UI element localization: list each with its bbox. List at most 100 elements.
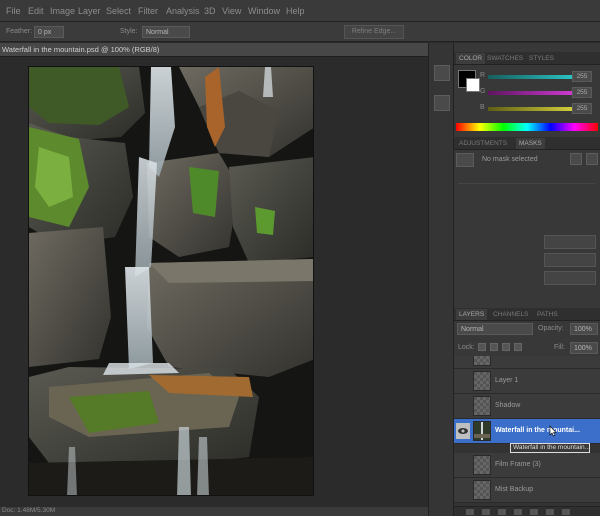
- waterfall-image: [29, 67, 313, 495]
- layer-thumbnail: [473, 455, 491, 475]
- tab-color[interactable]: COLOR: [456, 53, 486, 64]
- blue-channel-label: B: [480, 104, 485, 111]
- layer-thumbnail: [473, 396, 491, 416]
- layer-name: Layer 1: [495, 377, 519, 384]
- adjustment-layer-icon[interactable]: [514, 509, 522, 515]
- menu-help[interactable]: Help: [286, 6, 305, 16]
- navigator-icon[interactable]: [434, 95, 450, 111]
- layer-style-icon[interactable]: [482, 509, 490, 515]
- mask-status-text: No mask selected: [482, 156, 538, 163]
- lock-image-icon[interactable]: [490, 343, 498, 351]
- layer-name-tooltip: Waterfall in the mountain...: [510, 443, 590, 453]
- layer-row[interactable]: Shadow: [454, 394, 600, 419]
- invert-button[interactable]: [544, 271, 596, 285]
- menu-window[interactable]: Window: [248, 6, 280, 16]
- background-color-swatch[interactable]: [466, 78, 480, 92]
- refine-edge-button[interactable]: Refine Edge...: [344, 25, 404, 39]
- waterfall-photo[interactable]: [28, 66, 314, 496]
- new-layer-icon[interactable]: [546, 509, 554, 515]
- lock-position-icon[interactable]: [502, 343, 510, 351]
- green-channel-value[interactable]: 255: [572, 87, 592, 98]
- visibility-toggle-icon[interactable]: [456, 482, 470, 498]
- tab-styles[interactable]: STYLES: [526, 53, 557, 64]
- menu-analysis[interactable]: Analysis: [166, 6, 200, 16]
- status-bar: Doc: 1.48M/5.30M: [0, 507, 428, 516]
- layer-name: Film Frame (3): [495, 461, 541, 468]
- visibility-toggle-icon[interactable]: [456, 457, 470, 473]
- menu-bar: File Edit Image Layer Select Filter Anal…: [0, 0, 600, 22]
- mask-edge-button[interactable]: [544, 235, 596, 249]
- red-channel-label: R: [480, 72, 486, 79]
- link-layers-icon[interactable]: [466, 509, 474, 515]
- tab-masks[interactable]: MASKS: [516, 138, 545, 149]
- pixel-mask-icon[interactable]: [570, 153, 582, 165]
- menu-layer[interactable]: Layer: [78, 6, 101, 16]
- green-channel-slider[interactable]: [488, 91, 576, 95]
- layer-row[interactable]: Mist Backup: [454, 478, 600, 503]
- layer-row[interactable]: Film Frame (3): [454, 453, 600, 478]
- tab-channels[interactable]: CHANNELS: [490, 309, 531, 320]
- add-mask-icon[interactable]: [498, 509, 506, 515]
- fill-label: Fill:: [554, 344, 565, 351]
- options-bar: Feather: 0 px Style: Normal Refine Edge.…: [0, 22, 600, 42]
- menu-edit[interactable]: Edit: [28, 6, 44, 16]
- menu-filter[interactable]: Filter: [138, 6, 158, 16]
- layer-name: Mist Backup: [495, 486, 534, 493]
- lock-label: Lock:: [458, 344, 475, 351]
- mask-thumbnail: [456, 153, 474, 167]
- menu-file[interactable]: File: [6, 6, 21, 16]
- tab-layers[interactable]: LAYERS: [456, 309, 488, 320]
- green-channel-label: G: [480, 88, 486, 95]
- layer-thumbnail: [473, 480, 491, 500]
- tab-swatches[interactable]: SWATCHES: [484, 53, 526, 64]
- layer-row-partial[interactable]: [454, 356, 600, 369]
- document-size-readout: Doc: 1.48M/5.30M: [2, 507, 56, 514]
- layer-name: Shadow: [495, 402, 521, 409]
- visibility-toggle-icon[interactable]: [456, 398, 470, 414]
- right-panels: COLOR SWATCHES STYLES R 255 G 255 B 255 …: [454, 43, 600, 516]
- lock-all-icon[interactable]: [514, 343, 522, 351]
- feather-input[interactable]: 0 px: [34, 26, 64, 38]
- visibility-toggle-icon[interactable]: [456, 373, 470, 389]
- tab-adjustments[interactable]: ADJUSTMENTS: [456, 138, 510, 149]
- document-tab-title: Waterfall in the mountain.psd @ 100% (RG…: [2, 45, 160, 54]
- red-channel-slider[interactable]: [488, 75, 576, 79]
- mouse-cursor-icon: [548, 425, 558, 437]
- color-spectrum-bar[interactable]: [456, 123, 598, 131]
- menu-view[interactable]: View: [222, 6, 241, 16]
- new-group-icon[interactable]: [530, 509, 538, 515]
- style-select[interactable]: Normal: [142, 26, 190, 38]
- blue-channel-value[interactable]: 255: [572, 103, 592, 114]
- fill-input[interactable]: 100%: [570, 342, 598, 354]
- eye-icon[interactable]: [456, 423, 470, 439]
- divider: [458, 183, 596, 184]
- histogram-icon[interactable]: [434, 65, 450, 81]
- delete-layer-icon[interactable]: [562, 509, 570, 515]
- menu-select[interactable]: Select: [106, 6, 131, 16]
- lock-transparent-icon[interactable]: [478, 343, 486, 351]
- layers-list: Layer 1 Shadow Waterfall in the mountai.…: [454, 356, 600, 506]
- style-label: Style:: [120, 28, 138, 35]
- layer-name: Waterfall in the mountai...: [495, 427, 580, 434]
- blue-channel-slider[interactable]: [488, 107, 576, 111]
- feather-label: Feather:: [6, 28, 33, 35]
- layers-footer: [454, 506, 600, 516]
- red-channel-value[interactable]: 255: [572, 71, 592, 82]
- masks-panel-tabs: ADJUSTMENTS MASKS: [454, 137, 600, 150]
- panel-icon-strip: [428, 43, 454, 516]
- layer-thumbnail: [473, 371, 491, 391]
- layer-row[interactable]: Layer 1: [454, 369, 600, 394]
- color-range-button[interactable]: [544, 253, 596, 267]
- vector-mask-icon[interactable]: [586, 153, 598, 165]
- color-panel-tabs: COLOR SWATCHES STYLES: [454, 52, 600, 65]
- tab-paths[interactable]: PATHS: [534, 309, 561, 320]
- layer-thumbnail: [473, 421, 491, 441]
- opacity-input[interactable]: 100%: [570, 323, 598, 335]
- layer-row-selected[interactable]: Waterfall in the mountai...: [454, 419, 600, 444]
- menu-image[interactable]: Image: [50, 6, 75, 16]
- menu-3d[interactable]: 3D: [204, 6, 216, 16]
- blend-mode-select[interactable]: Normal: [457, 323, 533, 335]
- layers-panel-tabs: LAYERS CHANNELS PATHS: [454, 308, 600, 321]
- document-tab[interactable]: Waterfall in the mountain.psd @ 100% (RG…: [0, 43, 428, 57]
- opacity-label: Opacity:: [538, 325, 564, 332]
